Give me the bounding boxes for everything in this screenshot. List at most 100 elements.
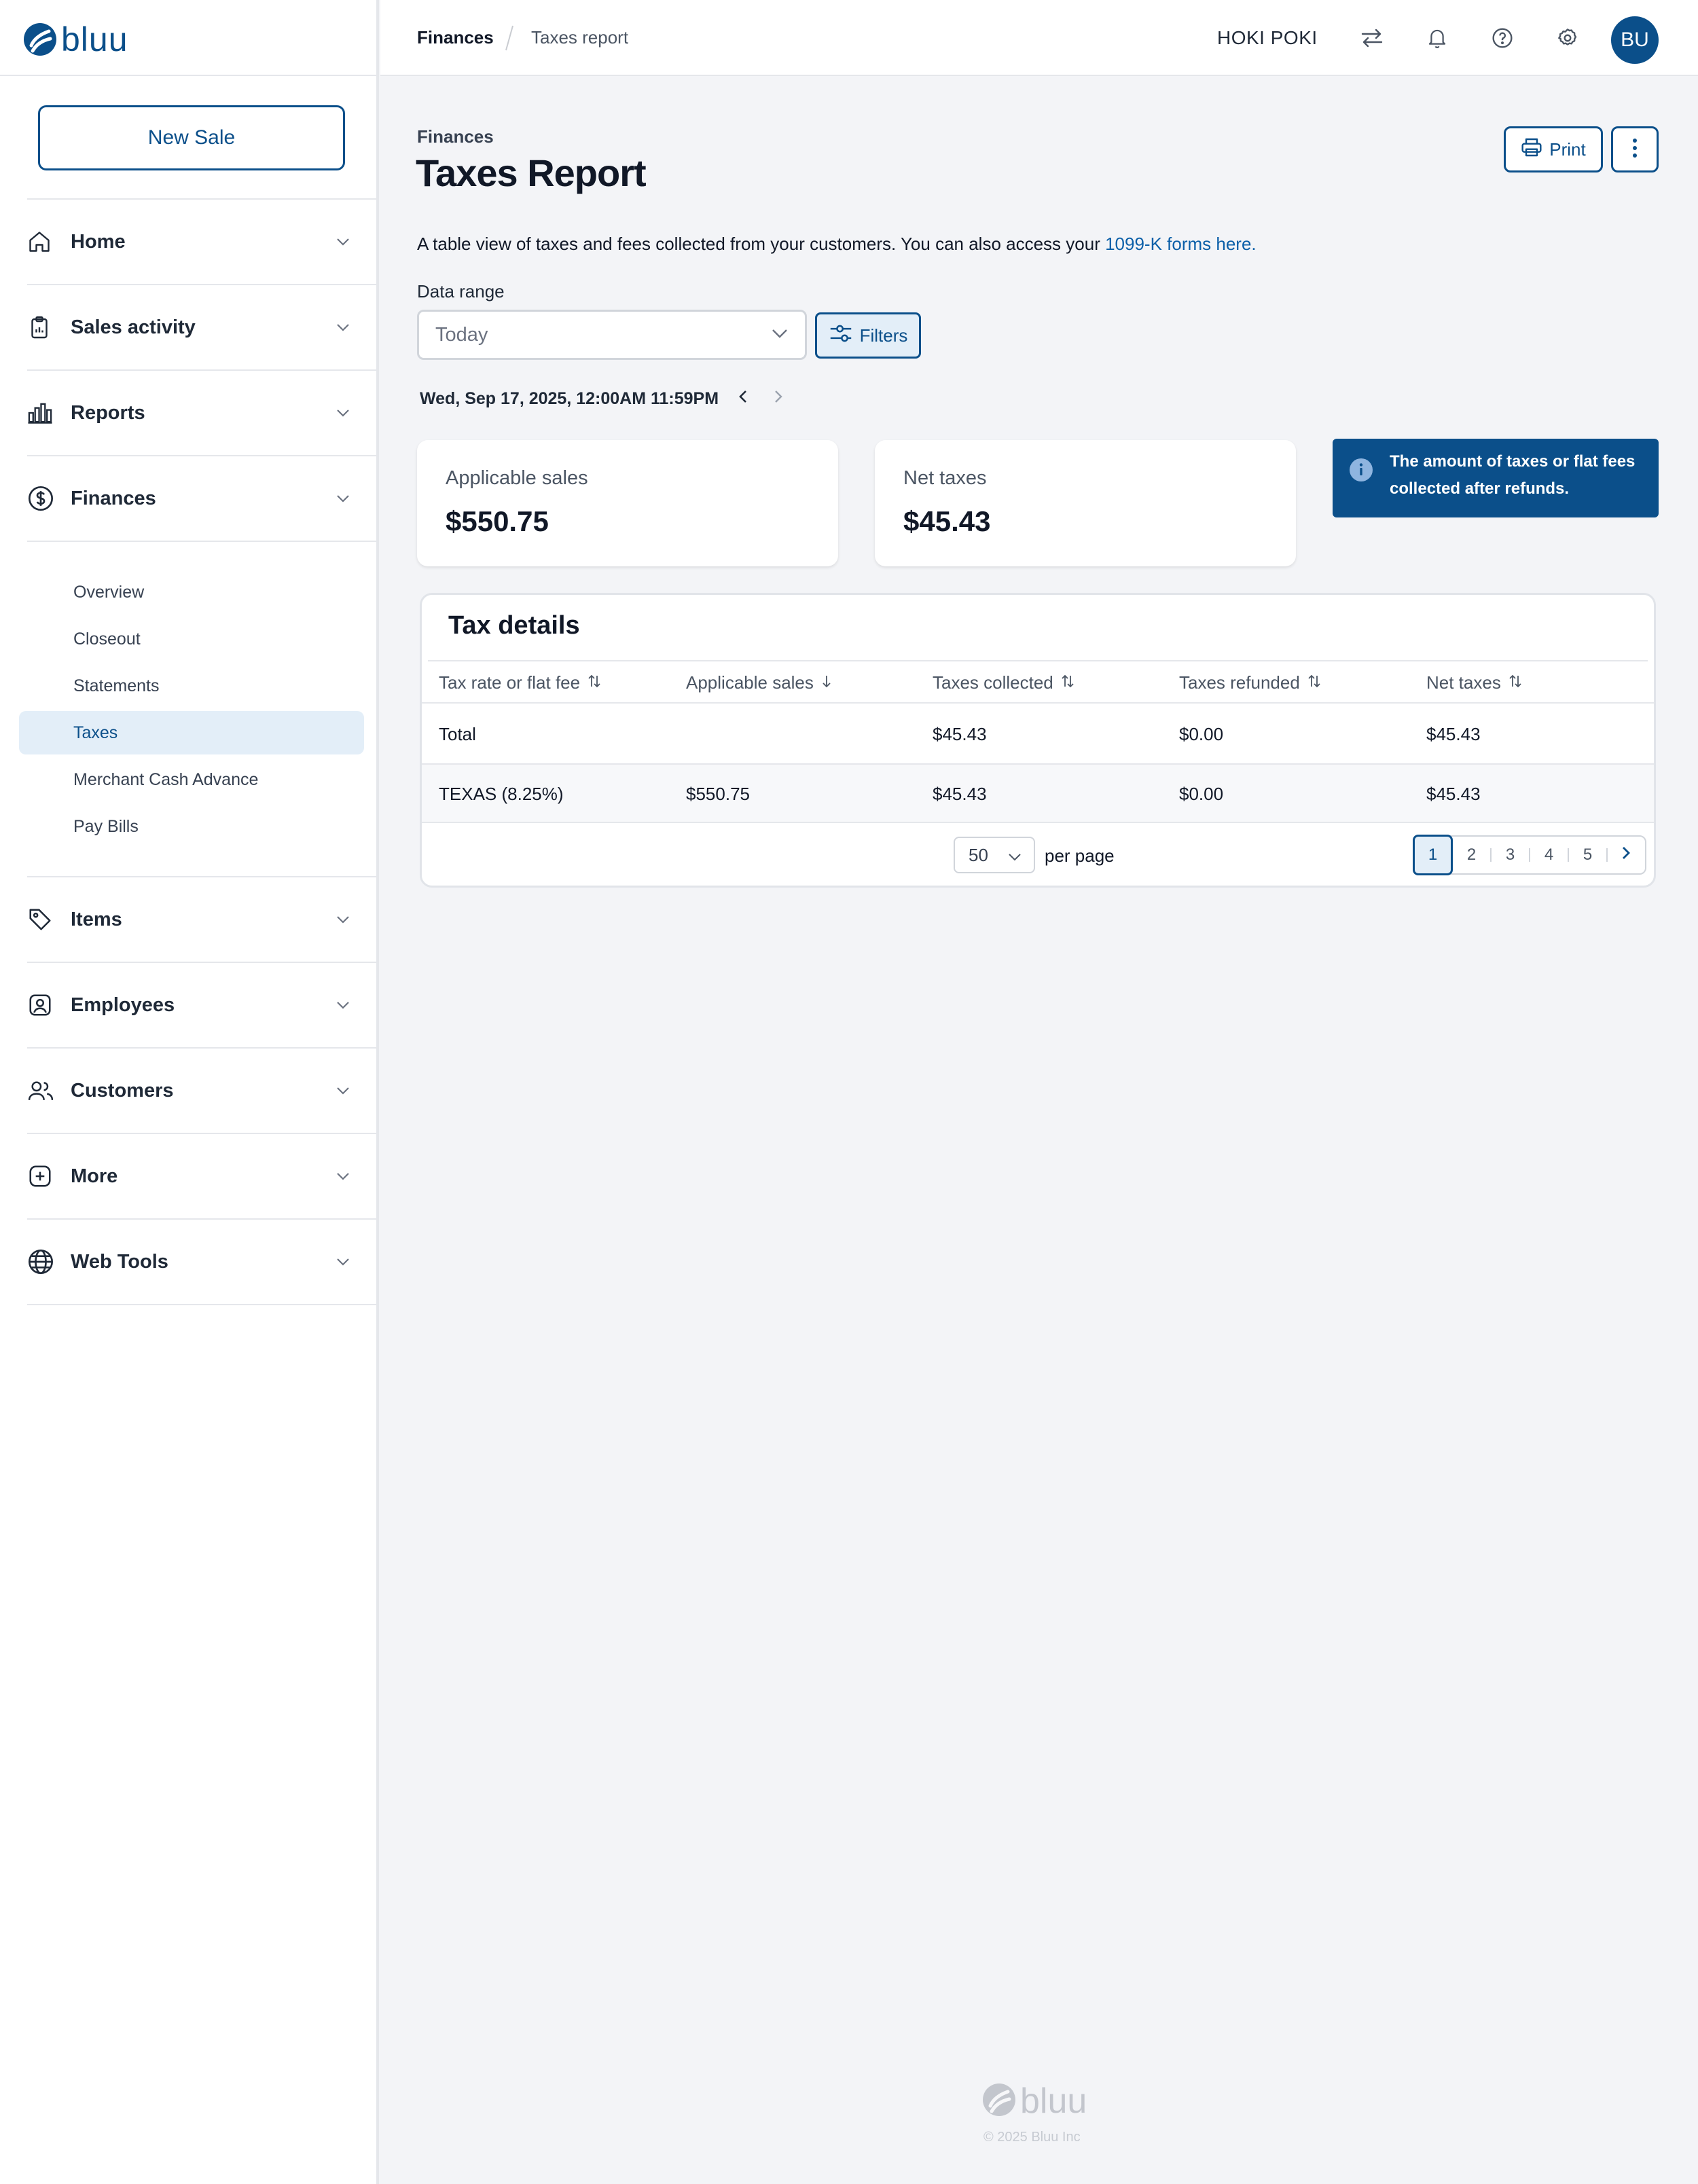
column-header-applicable-sales[interactable]: Applicable sales: [686, 672, 833, 693]
sidebar-item-finances[interactable]: Finances: [27, 471, 353, 526]
per-page-label: per page: [1045, 845, 1115, 866]
filters-button[interactable]: Filters: [815, 312, 921, 359]
table-cell: $45.43: [933, 724, 987, 744]
sidebar-subitem-overview[interactable]: Overview: [73, 575, 144, 609]
per-page-select[interactable]: 50: [954, 837, 1035, 873]
chevron-down-icon: [333, 915, 353, 924]
sidebar-item-label: Sales activity: [71, 316, 196, 338]
chevron-down-icon: [333, 323, 353, 332]
sidebar-item-label: Web Tools: [71, 1250, 168, 1273]
sidebar-item-home[interactable]: Home: [27, 215, 353, 269]
sidebar-subitem-pay-bills[interactable]: Pay Bills: [73, 809, 139, 843]
info-callout: The amount of taxes or flat fees collect…: [1333, 439, 1659, 517]
divider: [27, 198, 379, 200]
description-text: A table view of taxes and fees collected…: [417, 234, 1106, 254]
sidebar-item-reports[interactable]: Reports: [27, 386, 353, 440]
print-button[interactable]: Print: [1504, 126, 1603, 172]
home-icon: [27, 221, 71, 262]
sliders-icon: [829, 322, 853, 350]
sort-icon: [1508, 672, 1523, 693]
page-button-5[interactable]: 5: [1569, 835, 1606, 875]
user-avatar[interactable]: BU: [1611, 16, 1659, 64]
breadcrumb-finances[interactable]: Finances: [417, 27, 494, 48]
page-button-1[interactable]: 1: [1413, 835, 1453, 875]
sort-icon: [1307, 672, 1322, 693]
table-cell: $45.43: [933, 784, 987, 804]
divider: [27, 1218, 379, 1220]
column-header-taxes-refunded[interactable]: Taxes refunded: [1179, 672, 1322, 693]
sidebar-subitem-merchant-cash-advance[interactable]: Merchant Cash Advance: [73, 763, 258, 797]
date-range-text: Wed, Sep 17, 2025, 12:00AM 11:59PM: [420, 389, 719, 408]
divider: [27, 876, 379, 877]
page-button-4[interactable]: 4: [1530, 835, 1568, 875]
breadcrumb-separator: [504, 24, 515, 52]
chevron-down-icon: [333, 1171, 353, 1181]
sidebar-item-label: More: [71, 1165, 118, 1187]
sidebar-item-items[interactable]: Items: [27, 892, 353, 947]
new-sale-button[interactable]: New Sale: [38, 105, 345, 170]
column-header-tax-rate[interactable]: Tax rate or flat fee: [439, 672, 602, 693]
sidebar-item-label: Home: [71, 230, 126, 253]
chevron-down-icon: [333, 408, 353, 418]
tax-details-title: Tax details: [448, 611, 580, 640]
settings-icon[interactable]: [1549, 19, 1587, 57]
chevron-down-icon: [333, 1257, 353, 1267]
column-header-label: Taxes collected: [933, 672, 1053, 693]
data-range-select[interactable]: Today: [417, 310, 807, 360]
pagination: 1 2 3 4 5: [1413, 835, 1646, 875]
divider: [27, 1047, 379, 1049]
divider: [27, 1304, 379, 1305]
sidebar-subitem-taxes[interactable]: Taxes: [73, 716, 118, 750]
more-options-button[interactable]: [1611, 126, 1659, 172]
breadcrumb-taxes-report: Taxes report: [531, 27, 629, 48]
net-taxes-card: Net taxes $45.43: [875, 440, 1296, 566]
chevron-left-icon: [738, 389, 748, 407]
card-label: Net taxes: [903, 467, 987, 489]
divider: [27, 962, 379, 963]
page-button-3[interactable]: 3: [1492, 835, 1529, 875]
table-cell: TEXAS (8.25%): [439, 784, 564, 804]
sidebar-item-label: Items: [71, 908, 122, 930]
divider: [428, 660, 1648, 661]
sidebar-subitem-statements[interactable]: Statements: [73, 669, 159, 703]
sidebar-item-customers[interactable]: Customers: [27, 1063, 353, 1118]
globe-icon: [27, 1241, 71, 1282]
divider: [27, 1133, 379, 1134]
chevron-down-icon: [333, 1086, 353, 1095]
sort-icon: [587, 672, 602, 693]
1099k-forms-link[interactable]: 1099-K forms here.: [1105, 234, 1257, 254]
card-label: Applicable sales: [446, 467, 588, 489]
store-name[interactable]: HOKI POKI: [1217, 27, 1318, 49]
brand-logo[interactable]: bluu: [23, 20, 128, 58]
footer-wordmark: bluu: [1020, 2081, 1087, 2121]
table-cell: Total: [439, 724, 476, 744]
next-page-button[interactable]: [1608, 835, 1645, 875]
column-header-taxes-collected[interactable]: Taxes collected: [933, 672, 1075, 693]
page-button-2[interactable]: 2: [1453, 835, 1490, 875]
tag-icon: [27, 899, 71, 940]
bell-icon[interactable]: [1418, 19, 1456, 57]
column-header-label: Applicable sales: [686, 672, 814, 693]
filters-label: Filters: [859, 325, 908, 346]
table-cell: $550.75: [686, 784, 750, 804]
divider: [27, 369, 379, 371]
help-icon[interactable]: [1483, 19, 1521, 57]
divider: [27, 284, 379, 285]
table-cell: $0.00: [1179, 724, 1224, 744]
sidebar-item-sales-activity[interactable]: Sales activity: [27, 300, 353, 354]
transfer-icon[interactable]: [1353, 19, 1391, 57]
next-date-button[interactable]: [767, 387, 789, 409]
sidebar: bluu New Sale Home Sales activity Report…: [0, 0, 379, 2184]
sidebar-item-label: Finances: [71, 487, 156, 509]
column-header-net-taxes[interactable]: Net taxes: [1426, 672, 1523, 693]
sidebar-item-employees[interactable]: Employees: [27, 978, 353, 1032]
sidebar-subitem-closeout[interactable]: Closeout: [73, 622, 141, 656]
sidebar-item-web-tools[interactable]: Web Tools: [27, 1235, 353, 1289]
applicable-sales-card: Applicable sales $550.75: [417, 440, 838, 566]
sidebar-item-more[interactable]: More: [27, 1149, 353, 1203]
info-icon: [1349, 448, 1373, 517]
column-header-label: Taxes refunded: [1179, 672, 1300, 693]
chevron-down-icon: [333, 1000, 353, 1010]
previous-date-button[interactable]: [732, 387, 754, 409]
active-item-highlight: [19, 711, 364, 754]
